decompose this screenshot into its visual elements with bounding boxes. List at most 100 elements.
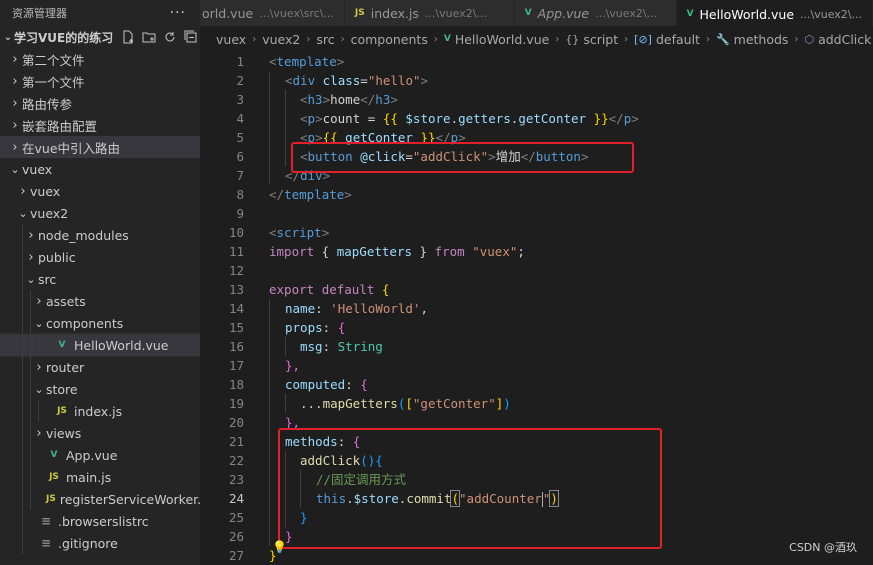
code-line: 12	[200, 261, 873, 280]
folder-item[interactable]: › 嵌套路由配置	[0, 114, 200, 136]
refresh-icon[interactable]	[163, 30, 177, 44]
tree-item-label: App.vue	[66, 447, 118, 463]
chevron-right-icon: ›	[705, 33, 710, 45]
code-editor[interactable]: 1 <template> 2 <div class="hello"> 3 <h3>ho…	[200, 52, 873, 565]
tree-item-label: views	[46, 425, 82, 441]
cube-icon: ⬡	[804, 32, 815, 46]
tree-item-label: index.js	[74, 403, 123, 419]
new-file-icon[interactable]	[121, 30, 135, 44]
tab-helloworld-vue[interactable]: V HelloWorld.vue ...\vuex2\...	[676, 0, 873, 26]
code-line: 3 <h3>home</h3>	[200, 90, 873, 109]
line-number: 11	[228, 244, 244, 259]
collapse-all-icon[interactable]	[184, 30, 198, 44]
code-line: 9	[200, 204, 873, 223]
chevron-right-icon: ›	[433, 33, 438, 45]
tree-item-label: .gitignore	[58, 535, 118, 551]
folder-item[interactable]: ⌄ store	[0, 378, 200, 400]
line-number: 12	[228, 263, 244, 278]
folder-item[interactable]: › public	[0, 246, 200, 268]
watermark: CSDN @酒玖	[789, 541, 857, 554]
tree-item-label: public	[38, 249, 76, 265]
chevron-right-icon: ›	[555, 33, 560, 45]
js-file-icon: JS	[49, 472, 59, 482]
breadcrumb-item[interactable]: default	[656, 32, 700, 47]
chevron-down-icon[interactable]: ⌄	[2, 32, 14, 43]
highlight-box-button	[291, 142, 634, 173]
code-line: 1 <template>	[200, 52, 873, 71]
folder-item[interactable]: ⌄ components	[0, 312, 200, 334]
folder-item[interactable]: › 路由传参	[0, 92, 200, 114]
breadcrumb-item[interactable]: HelloWorld.vue	[455, 32, 550, 47]
chevron-right-icon: ›	[12, 95, 18, 111]
breadcrumb-item[interactable]: components	[351, 32, 428, 47]
tab-description: ...\vuex2\...	[424, 6, 487, 20]
tab-helloworld-vuex[interactable]: orld.vue ...\vuex\src\...	[200, 0, 345, 26]
line-number: 21	[228, 434, 244, 449]
folder-item[interactable]: › router	[0, 356, 200, 378]
line-number: 17	[228, 358, 244, 373]
breadcrumb-item[interactable]: addClick	[818, 32, 871, 47]
folder-item[interactable]: ⌄ vuex	[0, 158, 200, 180]
breadcrumb-item[interactable]: vuex	[216, 32, 246, 47]
tree-item-label: registerServiceWorker.js	[59, 491, 200, 507]
line-number: 27	[228, 548, 244, 563]
tab-index-js[interactable]: JS index.js ...\vuex2\...	[344, 0, 515, 26]
line-number: 1	[236, 54, 244, 69]
code-line: 14 name: 'HelloWorld',	[200, 299, 873, 318]
chevron-right-icon: ›	[28, 249, 34, 265]
lightbulb-icon[interactable]: 💡	[272, 540, 287, 554]
breadcrumb-item[interactable]: src	[316, 32, 334, 47]
line-number: 14	[228, 301, 244, 316]
folder-item[interactable]: › assets	[0, 290, 200, 312]
chevron-down-icon: ⌄	[34, 316, 44, 330]
file-item[interactable]: V App.vue	[0, 444, 200, 466]
line-number: 26	[228, 529, 244, 544]
line-number: 7	[236, 168, 244, 183]
tab-app-vue[interactable]: V App.vue ...\vuex2\...	[514, 0, 677, 26]
chevron-right-icon: ›	[36, 293, 42, 309]
line-number: 15	[228, 320, 244, 335]
folder-item[interactable]: › 在vue中引入路由	[0, 136, 200, 158]
line-number: 18	[228, 377, 244, 392]
code-line: 8 </template>	[200, 185, 873, 204]
folder-item[interactable]: ⌄ src	[0, 268, 200, 290]
folder-item[interactable]: ⌄ vuex2	[0, 202, 200, 224]
chevron-right-icon: ›	[28, 227, 34, 243]
folder-item[interactable]: › views	[0, 422, 200, 444]
tab-label: index.js	[370, 5, 419, 21]
file-item[interactable]: ≡ .browserslistrc	[0, 510, 200, 532]
tree-item-label: node_modules	[38, 227, 129, 243]
explorer-sidebar: 资源管理器 ··· ⌄ 学习VUE的的练习 › 第二个文件 › 第一个文件 › 路由传参 ›…	[0, 0, 200, 565]
variable-icon: [⊘]	[634, 32, 652, 46]
new-folder-icon[interactable]	[142, 30, 156, 44]
more-actions-icon[interactable]: ···	[170, 5, 186, 21]
file-item[interactable]: JS index.js	[0, 400, 200, 422]
folder-item[interactable]: › 第一个文件	[0, 70, 200, 92]
folder-item[interactable]: › vuex	[0, 180, 200, 202]
code-line: 4 <p>count = {{ $store.getters.getConter …	[200, 109, 873, 128]
tree-item-label: assets	[46, 293, 86, 309]
file-item[interactable]: JS main.js	[0, 466, 200, 488]
line-number: 24	[228, 491, 244, 506]
breadcrumb-item[interactable]: vuex2	[262, 32, 300, 47]
file-item[interactable]: JS registerServiceWorker.js	[0, 488, 200, 510]
breadcrumb-item[interactable]: script	[583, 32, 618, 47]
vue-file-icon: V	[524, 8, 532, 18]
file-tree: › 第二个文件 › 第一个文件 › 路由传参 › 嵌套路由配置 › 在vue中引入路由 ⌄ vuex ›…	[0, 48, 200, 554]
line-number: 3	[236, 92, 244, 107]
chevron-right-icon: ›	[12, 51, 18, 67]
code-line: 18 computed: {	[200, 375, 873, 394]
explorer-title: 资源管理器	[12, 7, 67, 20]
tab-description: ...\vuex2\...	[595, 6, 658, 20]
file-item[interactable]: V HelloWorld.vue	[0, 333, 200, 357]
project-root[interactable]: ⌄ 学习VUE的的练习	[0, 26, 200, 48]
folder-item[interactable]: › node_modules	[0, 224, 200, 246]
breadcrumb: vuex › vuex2 › src › components › V HelloWor…	[200, 26, 873, 52]
folder-item[interactable]: › 第二个文件	[0, 48, 200, 70]
project-name: 学习VUE的的练习	[14, 30, 114, 45]
line-number: 13	[228, 282, 244, 297]
line-number: 8	[236, 187, 244, 202]
chevron-right-icon: ›	[340, 33, 345, 45]
file-item[interactable]: ≡ .gitignore	[0, 532, 200, 554]
breadcrumb-item[interactable]: methods	[734, 32, 789, 47]
